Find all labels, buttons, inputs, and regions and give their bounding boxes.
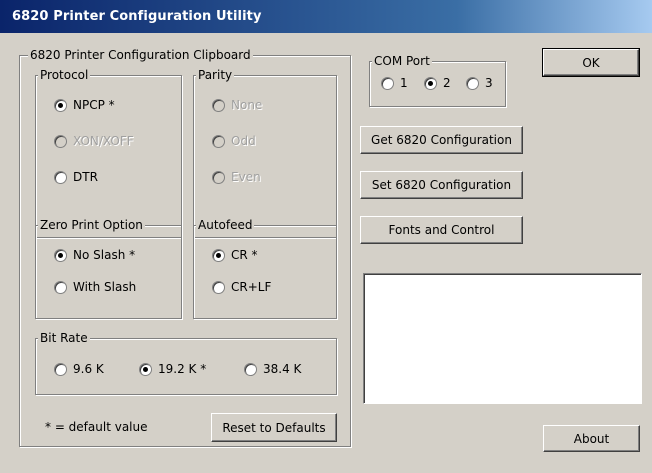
radio-label: Even	[231, 170, 261, 184]
title-bar[interactable]: 6820 Printer Configuration Utility	[0, 0, 652, 33]
get-configuration-button[interactable]: Get 6820 Configuration	[360, 126, 523, 154]
radio-label: 3	[485, 76, 493, 90]
reset-to-defaults-button[interactable]: Reset to Defaults	[211, 413, 337, 442]
radio-indicator	[244, 362, 257, 376]
radio-indicator	[212, 134, 225, 148]
radio-indicator	[54, 98, 67, 112]
radio-indicator	[54, 362, 67, 376]
bit-rate-38400-radio[interactable]: 38.4 K	[244, 362, 301, 376]
parity-none-radio[interactable]: None	[212, 98, 262, 112]
default-value-note: * = default value	[45, 420, 148, 434]
output-listbox[interactable]	[363, 273, 642, 404]
radio-label: 2	[443, 76, 451, 90]
radio-label: 9.6 K	[73, 362, 104, 376]
autofeed-group: Autofeed	[193, 217, 337, 319]
radio-label: NPCP *	[73, 98, 115, 112]
clipboard-group-title: 6820 Printer Configuration Clipboard	[28, 47, 253, 63]
radio-label: CR *	[231, 248, 258, 262]
about-button[interactable]: About	[543, 425, 640, 452]
radio-label: Odd	[231, 134, 256, 148]
com-port-1-radio[interactable]: 1	[381, 76, 408, 90]
radio-label: 1	[400, 76, 408, 90]
zero-print-group-title: Zero Print Option	[38, 217, 145, 233]
bit-rate-group-title: Bit Rate	[38, 330, 90, 346]
protocol-xonxoff-radio[interactable]: XON/XOFF	[54, 134, 134, 148]
bit-rate-9600-radio[interactable]: 9.6 K	[54, 362, 104, 376]
radio-indicator	[54, 280, 67, 294]
zero-print-group: Zero Print Option	[35, 217, 182, 319]
set-configuration-button[interactable]: Set 6820 Configuration	[360, 171, 523, 199]
radio-indicator	[54, 248, 67, 262]
window-title: 6820 Printer Configuration Utility	[12, 9, 262, 24]
dialog-body: 6820 Printer Configuration Clipboard Pro…	[0, 33, 652, 473]
radio-label: With Slash	[73, 280, 137, 294]
radio-label: 19.2 K *	[158, 362, 207, 376]
protocol-npcp-radio[interactable]: NPCP *	[54, 98, 115, 112]
zero-print-with-slash-radio[interactable]: With Slash	[54, 280, 136, 294]
radio-indicator	[54, 170, 67, 184]
autofeed-group-title: Autofeed	[196, 217, 255, 233]
autofeed-cr-radio[interactable]: CR *	[212, 248, 258, 262]
radio-label: CR+LF	[231, 280, 272, 294]
radio-label: None	[231, 98, 263, 112]
com-port-3-radio[interactable]: 3	[466, 76, 493, 90]
com-port-group-title: COM Port	[372, 53, 432, 69]
radio-indicator	[212, 280, 225, 294]
radio-label: DTR	[73, 170, 98, 184]
radio-indicator	[212, 248, 225, 262]
protocol-dtr-radio[interactable]: DTR	[54, 170, 98, 184]
fonts-and-control-button[interactable]: Fonts and Control	[360, 216, 523, 244]
parity-even-radio[interactable]: Even	[212, 170, 261, 184]
com-port-2-radio[interactable]: 2	[424, 76, 451, 90]
zero-print-no-slash-radio[interactable]: No Slash *	[54, 248, 135, 262]
radio-indicator	[466, 76, 479, 90]
radio-indicator	[212, 98, 225, 112]
bit-rate-19200-radio[interactable]: 19.2 K *	[139, 362, 206, 376]
radio-label: XON/XOFF	[73, 134, 134, 148]
radio-label: No Slash *	[73, 248, 136, 262]
protocol-group-title: Protocol	[38, 67, 91, 83]
radio-indicator	[139, 362, 152, 376]
autofeed-crlf-radio[interactable]: CR+LF	[212, 280, 271, 294]
ok-button[interactable]: OK	[542, 48, 640, 77]
parity-odd-radio[interactable]: Odd	[212, 134, 256, 148]
radio-label: 38.4 K	[263, 362, 302, 376]
radio-indicator	[54, 134, 67, 148]
radio-indicator	[424, 76, 437, 90]
parity-group-title: Parity	[196, 67, 235, 83]
radio-indicator	[381, 76, 394, 90]
radio-indicator	[212, 170, 225, 184]
